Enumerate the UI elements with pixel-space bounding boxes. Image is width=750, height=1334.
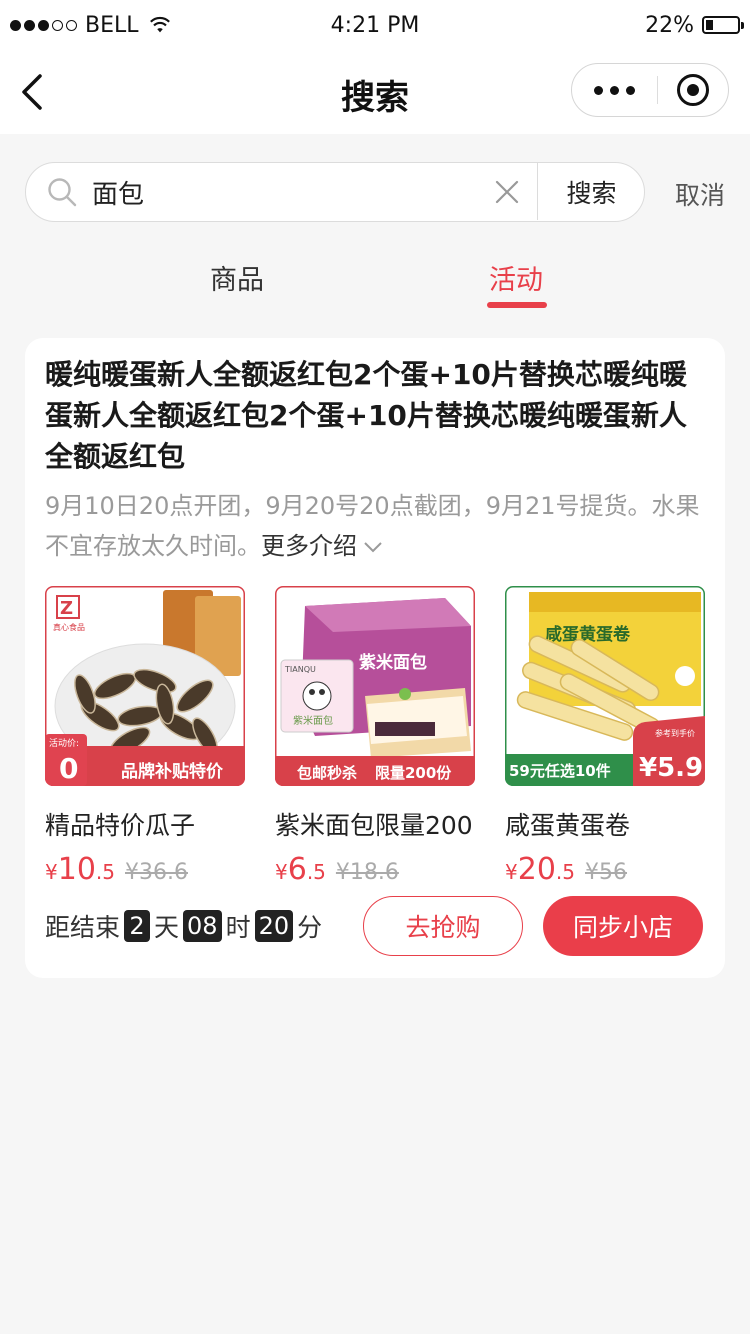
cancel-button[interactable]: 取消 <box>675 176 725 212</box>
bag-label: 紫米面包 <box>293 714 333 727</box>
image-banner-text: 品牌补贴特价 <box>121 761 224 782</box>
grab-button[interactable]: 去抢购 <box>363 896 523 956</box>
countdown-days: 2 <box>124 910 151 942</box>
original-price: ¥18.6 <box>335 860 399 885</box>
nav-bar: 搜索 <box>0 50 750 134</box>
product-image: Z 真心食品 活动价: 0 品牌补贴特价 <box>45 586 245 786</box>
more-options-icon[interactable] <box>572 64 657 116</box>
badge-label: 活动价: <box>49 737 79 749</box>
carrier-name: BELL <box>85 12 139 38</box>
card-footer: 距结束 2 天 08 时 20 分 去抢购 同步小店 <box>45 896 705 956</box>
countdown-prefix: 距结束 <box>45 913 121 942</box>
countdown-hours: 08 <box>183 910 222 942</box>
box-label: 紫米面包 <box>359 652 427 673</box>
search-button[interactable]: 搜索 <box>537 163 645 220</box>
mini-program-capsule <box>571 63 729 117</box>
bag-brand: TIANQU <box>284 665 316 674</box>
product-name: 咸蛋黄蛋卷 <box>505 811 631 840</box>
reference-label: 参考到手价 <box>655 728 695 738</box>
search-bar: 搜索 取消 <box>25 162 730 222</box>
search-box: 搜索 <box>25 162 645 222</box>
chevron-down-icon <box>364 542 382 553</box>
tab-activity[interactable]: 活动 <box>489 258 543 297</box>
badge-value: 0 <box>59 752 78 785</box>
image-banner-right: 限量200份 <box>375 764 452 782</box>
svg-text:Z: Z <box>60 598 73 619</box>
search-input[interactable] <box>92 177 472 207</box>
reference-price: ¥5.9 <box>639 753 703 783</box>
original-price: ¥36.6 <box>125 860 188 885</box>
product-name: 精品特价瓜子 <box>45 811 196 840</box>
signal-strength-icon <box>10 19 77 31</box>
product-item[interactable]: 咸蛋黄蛋卷 59元任选10件 参考到手价 ¥5.9 咸蛋黄蛋卷 ¥20.5 ¥5… <box>505 586 705 887</box>
box-label: 咸蛋黄蛋卷 <box>545 624 631 645</box>
activity-card[interactable]: 暖纯暖蛋新人全额返红包2个蛋+10片替换芯暖纯暖蛋新人全额返红包2个蛋+10片替… <box>25 338 725 978</box>
product-price: ¥6.5 ¥18.6 <box>275 852 399 887</box>
sync-store-button[interactable]: 同步小店 <box>543 896 703 956</box>
product-price: ¥10.5 ¥36.6 <box>45 852 188 887</box>
status-bar: BELL 4:21 PM 22% <box>0 0 750 50</box>
battery-percent: 22% <box>645 12 694 38</box>
brand-logo-text: 真心食品 <box>53 622 85 632</box>
clear-icon[interactable] <box>494 179 520 205</box>
tab-goods[interactable]: 商品 <box>210 258 264 297</box>
days-unit: 天 <box>154 913 180 942</box>
product-image: 咸蛋黄蛋卷 59元任选10件 参考到手价 ¥5.9 <box>505 586 705 786</box>
product-image: 紫米面包 TIANQU 紫米面包 包邮秒杀 限量200份 <box>275 586 475 786</box>
countdown-minutes: 20 <box>254 910 294 942</box>
more-intro-link[interactable]: 更多介绍 <box>261 532 383 560</box>
activity-title: 暖纯暖蛋新人全额返红包2个蛋+10片替换芯暖纯暖蛋新人全额返红包2个蛋+10片替… <box>45 358 687 473</box>
more-intro-label: 更多介绍 <box>261 532 357 560</box>
activity-description: 9月10日20点开团，9月20号20点截团，9月21号提货。水果不宜存放太久时间… <box>45 486 705 566</box>
countdown-timer: 距结束 2 天 08 时 20 分 <box>45 908 322 944</box>
minutes-unit: 分 <box>297 913 323 942</box>
product-price: ¥20.5 ¥56 <box>505 852 628 887</box>
active-tab-indicator <box>487 302 547 308</box>
target-icon <box>677 74 709 106</box>
original-price: ¥56 <box>585 860 628 885</box>
product-name: 紫米面包限量200 <box>275 811 473 840</box>
product-item[interactable]: 紫米面包 TIANQU 紫米面包 包邮秒杀 限量200份 紫米面包限量200 ¥… <box>275 586 475 887</box>
close-mini-program-button[interactable] <box>658 74 728 106</box>
product-item[interactable]: Z 真心食品 活动价: 0 品牌补贴特价 精品特价瓜子 ¥10.5 ¥36.6 <box>45 586 245 887</box>
image-banner-text: 59元任选10件 <box>509 762 611 780</box>
wifi-icon <box>149 16 170 33</box>
battery-icon <box>702 16 744 34</box>
image-banner-left: 包邮秒杀 <box>297 764 357 782</box>
search-icon <box>48 178 77 207</box>
tab-bar: 商品 活动 <box>0 252 750 312</box>
hours-unit: 时 <box>225 913 251 942</box>
